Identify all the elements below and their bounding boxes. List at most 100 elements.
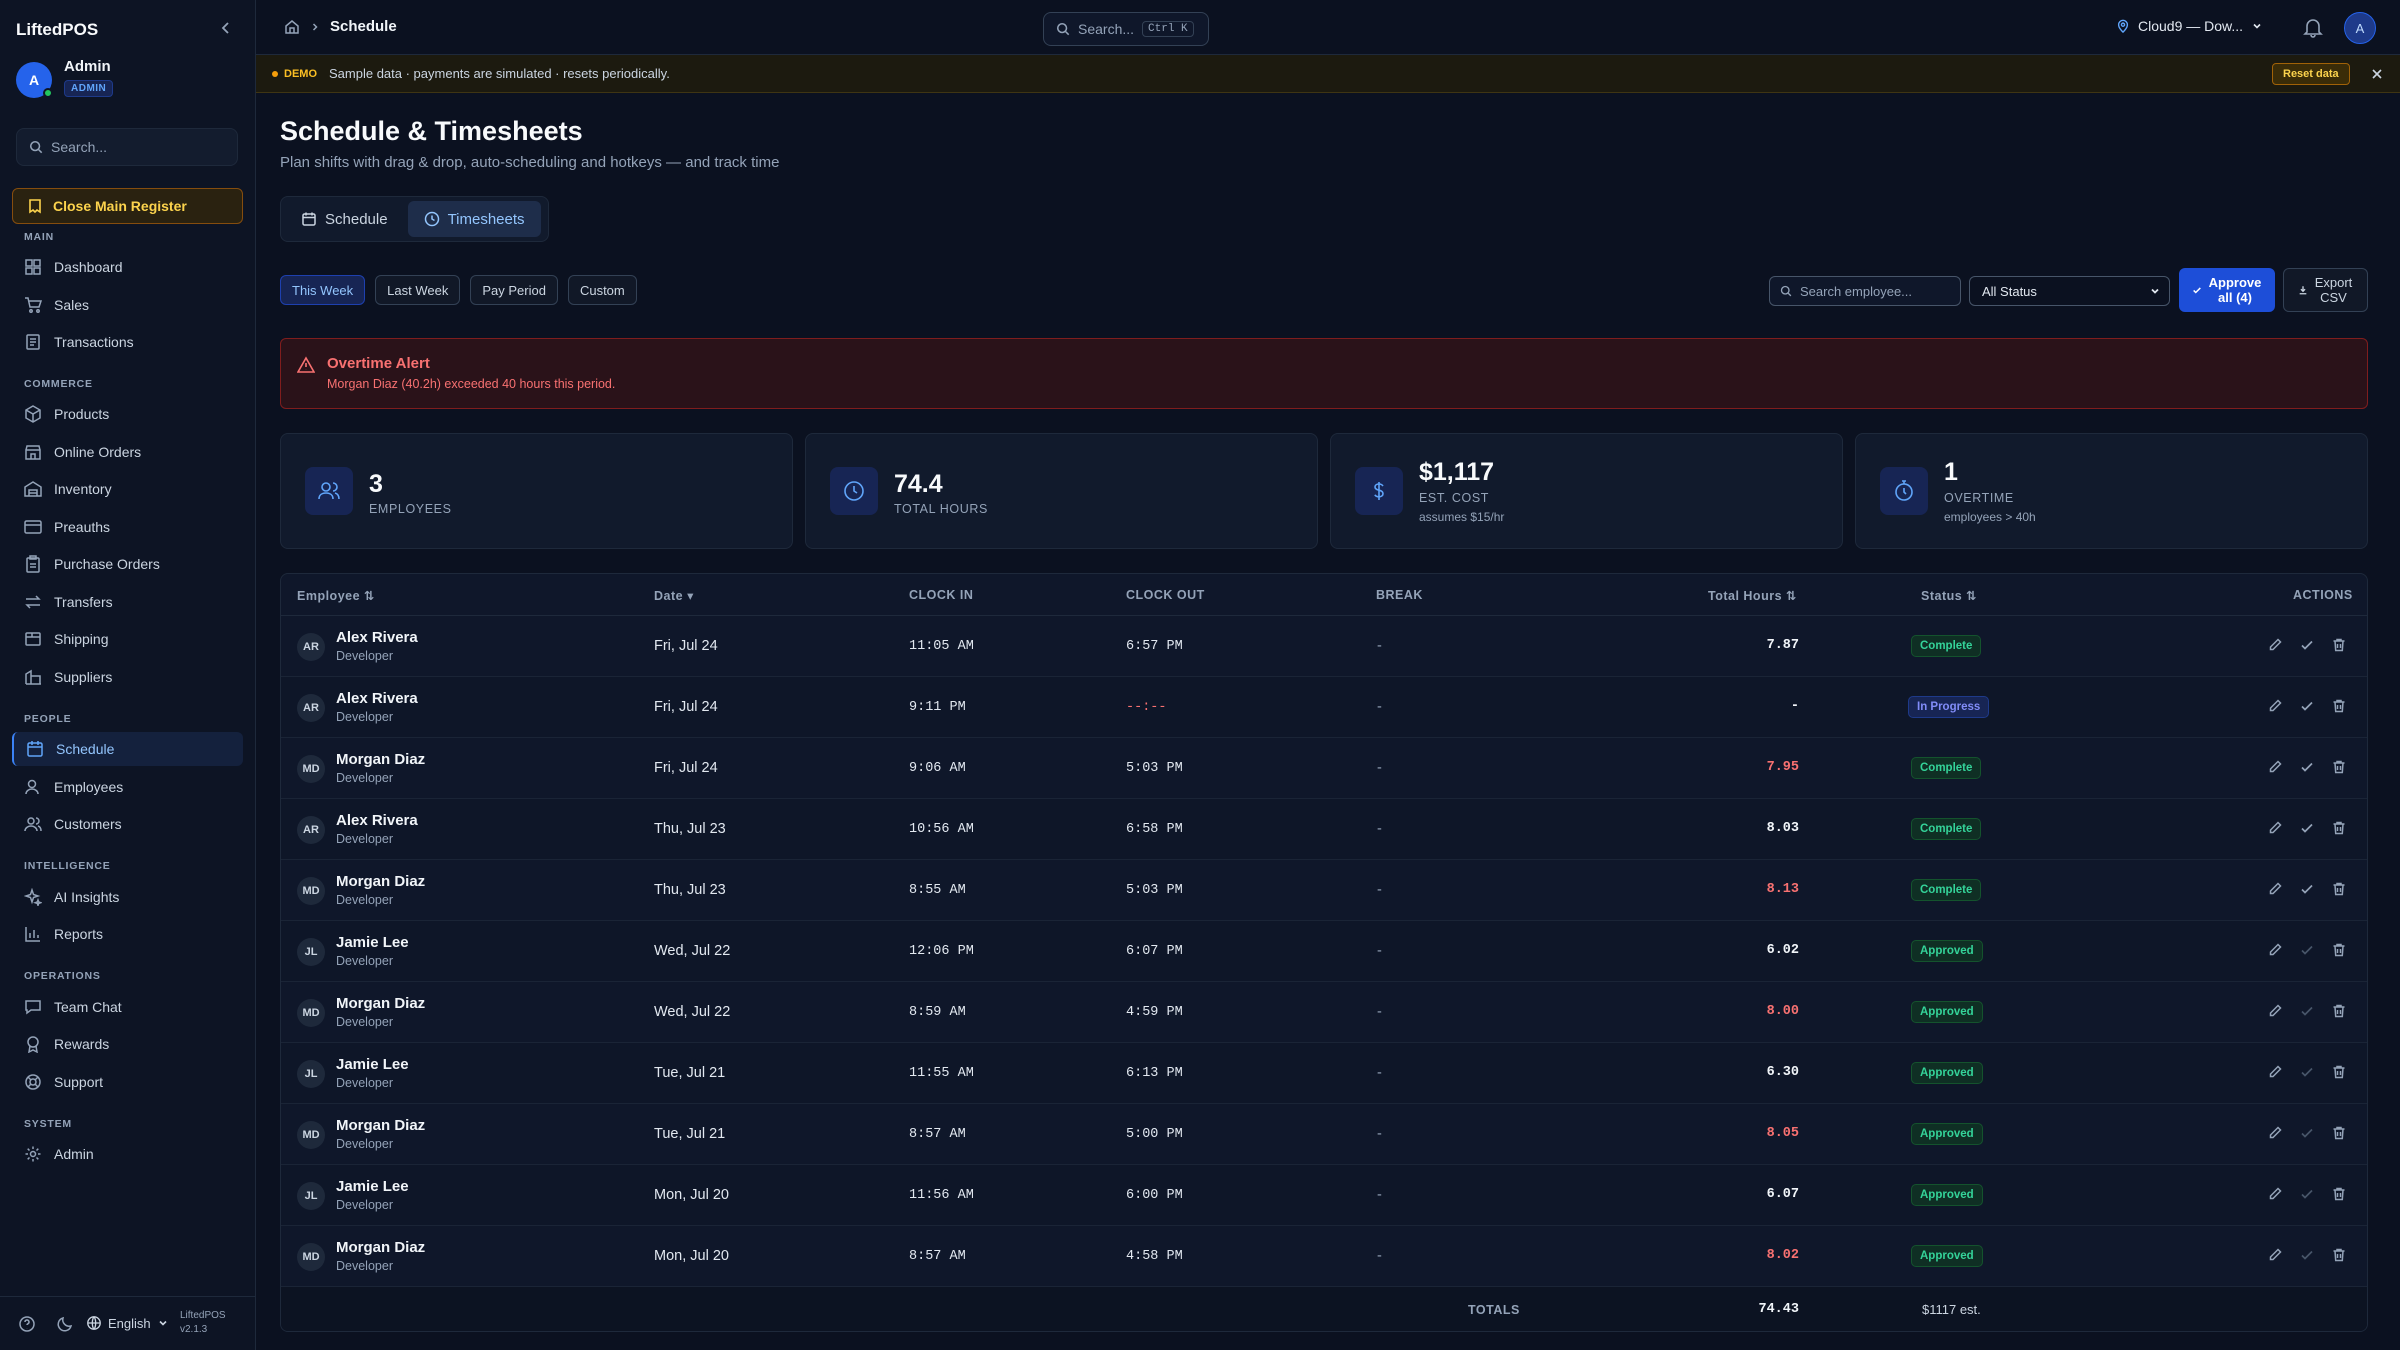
chevron-right-icon [312,22,318,31]
trash-icon[interactable] [2331,1247,2347,1263]
edit-icon[interactable] [2267,1064,2283,1080]
approve-check-icon[interactable] [2299,1186,2315,1202]
approve-check-icon[interactable] [2299,698,2315,714]
sidebar-item-sales[interactable]: Sales [12,288,243,322]
table-row[interactable]: MD Morgan Diaz Developer Wed, Jul 22 8:59 AM… [281,982,2367,1043]
trash-icon[interactable] [2331,759,2347,775]
lifebuoy-icon [25,1074,41,1090]
moon-icon[interactable] [56,1315,74,1333]
sidebar-item-online-orders[interactable]: Online Orders [12,435,243,469]
language-select[interactable]: English [86,1315,169,1331]
approve-check-icon[interactable] [2299,1247,2315,1263]
edit-icon[interactable] [2267,637,2283,653]
edit-icon[interactable] [2267,1125,2283,1141]
column-date[interactable]: Date ▾ [654,588,694,603]
approve-check-icon[interactable] [2299,881,2315,897]
trash-icon[interactable] [2331,1125,2347,1141]
trash-icon[interactable] [2331,1003,2347,1019]
period-last-week[interactable]: Last Week [375,275,461,305]
edit-icon[interactable] [2267,820,2283,836]
edit-icon[interactable] [2267,1186,2283,1202]
close-icon[interactable] [2368,65,2386,83]
help-icon[interactable] [18,1315,36,1333]
table-row[interactable]: AR Alex Rivera Developer Fri, Jul 24 9:11 PM… [281,677,2367,738]
tab-timesheets[interactable]: Timesheets [407,201,541,237]
table-row[interactable]: MD Morgan Diaz Developer Tue, Jul 21 8:57 AM… [281,1104,2367,1165]
break-duration: - [1377,821,1382,837]
view-tabs: Schedule Timesheets [280,196,549,242]
dollar-icon [1355,467,1403,515]
user-avatar-button[interactable]: A [2344,12,2376,44]
tab-schedule[interactable]: Schedule [285,201,404,237]
employee-search-input[interactable]: Search employee... [1769,276,1961,306]
global-search-input[interactable]: Search... Ctrl K [1043,12,1209,46]
column-employee[interactable]: Employee ⇅ [297,588,375,603]
edit-icon[interactable] [2267,698,2283,714]
bell-icon[interactable] [2302,16,2324,38]
approve-check-icon[interactable] [2299,637,2315,653]
edit-icon[interactable] [2267,759,2283,775]
sidebar-item-suppliers[interactable]: Suppliers [12,660,243,694]
approve-check-icon[interactable] [2299,1003,2315,1019]
user-card[interactable]: A Admin ADMIN [16,58,236,102]
edit-icon[interactable] [2267,1247,2283,1263]
approve-check-icon[interactable] [2299,1064,2315,1080]
sidebar-item-support[interactable]: Support [12,1065,243,1099]
table-row[interactable]: JL Jamie Lee Developer Wed, Jul 22 12:06 PM 6… [281,921,2367,982]
sidebar-item-shipping[interactable]: Shipping [12,622,243,656]
close-register-button[interactable]: Close Main Register [12,188,243,224]
edit-icon[interactable] [2267,942,2283,958]
trash-icon[interactable] [2331,637,2347,653]
trash-icon[interactable] [2331,942,2347,958]
home-icon[interactable] [284,19,300,35]
sidebar-item-admin[interactable]: Admin [12,1137,243,1171]
table-row[interactable]: MD Morgan Diaz Developer Thu, Jul 23 8:55 AM… [281,860,2367,921]
period-this-week[interactable]: This Week [280,275,366,305]
reset-data-button[interactable]: Reset data [2272,63,2350,85]
status-filter-select[interactable]: All Status [1969,276,2170,306]
table-row[interactable]: JL Jamie Lee Developer Mon, Jul 20 11:56 AM 6… [281,1165,2367,1226]
sidebar-item-transfers[interactable]: Transfers [12,585,243,619]
trash-icon[interactable] [2331,1064,2347,1080]
sidebar-item-reports[interactable]: Reports [12,917,243,951]
sidebar-search-input[interactable]: Search... [16,128,238,166]
trash-icon[interactable] [2331,881,2347,897]
table-row[interactable]: JL Jamie Lee Developer Tue, Jul 21 11:55 AM 6… [281,1043,2367,1104]
sidebar-item-schedule[interactable]: Schedule [12,732,243,766]
sidebar-item-inventory[interactable]: Inventory [12,472,243,506]
trash-icon[interactable] [2331,820,2347,836]
table-row[interactable]: AR Alex Rivera Developer Thu, Jul 23 10:56 A… [281,799,2367,860]
export-csv-button[interactable]: Export CSV [2283,268,2368,312]
sidebar-item-employees[interactable]: Employees [12,770,243,804]
location-selector[interactable]: Cloud9 — Dow... [2116,18,2263,34]
sidebar-item-rewards[interactable]: Rewards [12,1027,243,1061]
table-row[interactable]: MD Morgan Diaz Developer Mon, Jul 20 8:57 AM… [281,1226,2367,1287]
sidebar-item-transactions[interactable]: Transactions [12,325,243,359]
column-total-hours[interactable]: Total Hours ⇅ [1708,588,1797,603]
approve-check-icon[interactable] [2299,759,2315,775]
approve-all-button[interactable]: Approve all (4) [2179,268,2275,312]
trash-icon[interactable] [2331,698,2347,714]
sidebar-item-purchase-orders[interactable]: Purchase Orders [12,547,243,581]
approve-check-icon[interactable] [2299,942,2315,958]
clock-in-time: 10:56 AM [909,822,974,837]
column-status[interactable]: Status ⇅ [1921,588,1977,603]
table-row[interactable]: AR Alex Rivera Developer Fri, Jul 24 11:05 A… [281,616,2367,677]
brand-logo[interactable]: LiftedPOS [16,20,98,40]
trash-icon[interactable] [2331,1186,2347,1202]
sidebar-item-team-chat[interactable]: Team Chat [12,990,243,1024]
sidebar-item-products[interactable]: Products [12,397,243,431]
approve-check-icon[interactable] [2299,820,2315,836]
sidebar-item-customers[interactable]: Customers [12,807,243,841]
sidebar-item-ai-insights[interactable]: AI Insights [12,880,243,914]
period-pay-period[interactable]: Pay Period [470,275,558,305]
period-custom[interactable]: Custom [567,275,637,305]
table-row[interactable]: MD Morgan Diaz Developer Fri, Jul 24 9:06 AM… [281,738,2367,799]
sidebar-item-dashboard[interactable]: Dashboard [12,250,243,284]
sidebar-item-preauths[interactable]: Preauths [12,510,243,544]
edit-icon[interactable] [2267,1003,2283,1019]
approve-check-icon[interactable] [2299,1125,2315,1141]
collapse-sidebar-icon[interactable] [216,18,236,38]
edit-icon[interactable] [2267,881,2283,897]
user-role-badge: ADMIN [64,80,114,97]
